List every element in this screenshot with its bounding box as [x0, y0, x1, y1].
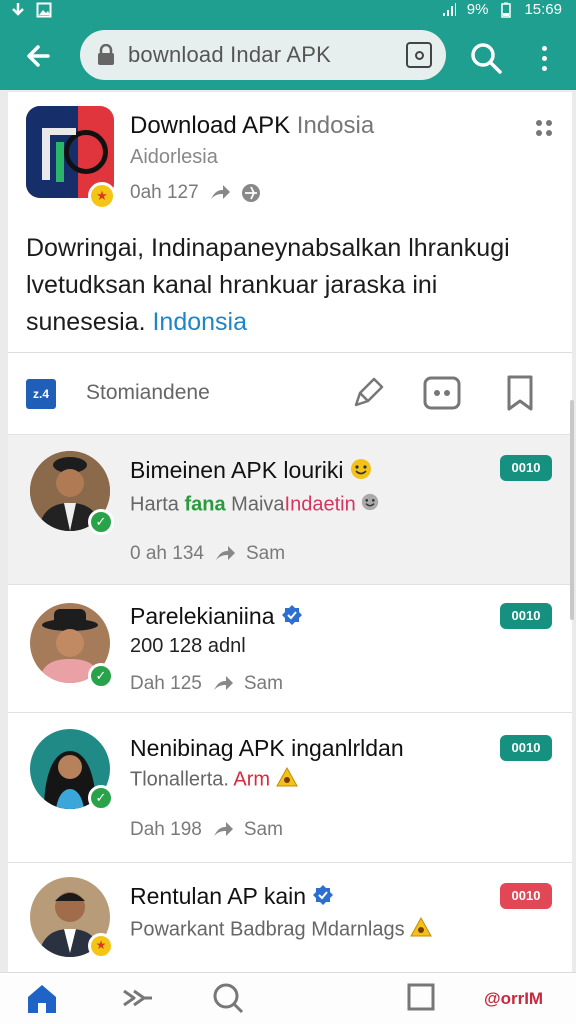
image-icon [36, 2, 52, 18]
item-title: Rentulan AP kain [130, 883, 334, 912]
source-label[interactable]: Stomiandene [86, 381, 210, 405]
share-arrow-icon[interactable] [212, 820, 234, 840]
share-arrow-icon[interactable] [212, 674, 234, 694]
comment-icon [423, 376, 461, 410]
signal-icon [442, 2, 456, 16]
item-subtitle: Tlonallerta. Arm [130, 766, 298, 793]
item-meta: 0 ah 134 Sam [130, 543, 286, 564]
item-subtitle: Harta fana MaivaIndaetin [130, 493, 379, 517]
search-icon [471, 43, 502, 74]
nav-home[interactable] [24, 981, 64, 1017]
square-icon [407, 983, 435, 1011]
clock: 15:69 [524, 1, 562, 18]
tabs-button[interactable] [406, 42, 432, 68]
search-icon [213, 983, 244, 1014]
item-subtitle: 200 128 adnl [130, 635, 246, 657]
app-meta: 0ah 127 [130, 182, 261, 204]
app-description: Dowringai, Indinapaneynabsalkan lhrankug… [26, 234, 510, 336]
status-bar: 9% 15:69 [0, 0, 576, 22]
bottom-nav: @orrIM [0, 972, 576, 1024]
pencil-icon [354, 377, 384, 407]
browser-toolbar: bownload Indar APK [0, 22, 576, 90]
dot-icon [536, 130, 542, 136]
verified-badge-icon: ✓ [88, 663, 114, 689]
url-text: bownload Indar APK [128, 42, 331, 67]
card-menu-button[interactable] [536, 120, 552, 136]
item-title: Parelekianiina [130, 603, 303, 632]
dot-icon [541, 45, 547, 51]
download-icon [12, 3, 24, 16]
forward-icon [123, 989, 152, 1007]
battery-percent: 9% [466, 1, 489, 18]
dot-icon [541, 65, 547, 71]
source-logo: z.4 [26, 379, 56, 409]
status-badge: 0010 [500, 455, 552, 481]
overflow-menu-button[interactable] [526, 38, 562, 78]
item-meta: Dah 125 Sam [130, 673, 283, 694]
share-arrow-icon[interactable] [209, 183, 231, 203]
description-link[interactable]: Indonsia [152, 308, 247, 336]
status-badge: 0010 [500, 603, 552, 629]
list-item[interactable]: ✓ Bimeinen APK louriki Harta fana MaivaI… [8, 434, 572, 584]
bookmark-icon [507, 375, 533, 411]
nav-search[interactable] [210, 981, 250, 1017]
battery-icon [501, 2, 512, 18]
app-card: ★ Download APK Indosia Aidorlesia 0ah 12… [8, 92, 572, 434]
nav-brand-label[interactable]: @orrIM [484, 989, 543, 1009]
dot-icon [546, 120, 552, 126]
status-badge: 0010 [500, 883, 552, 909]
warning-face-icon [410, 916, 433, 943]
item-subtitle: Powarkant Badbrag Mdarnlags [130, 916, 433, 943]
nav-tabs[interactable] [404, 981, 444, 1017]
back-button[interactable] [18, 36, 58, 76]
bookmark-button[interactable] [500, 373, 540, 413]
verified-badge-icon: ✓ [88, 509, 114, 535]
item-meta: Dah 198 Sam [130, 819, 283, 840]
verified-icon [281, 604, 303, 632]
scrollbar[interactable] [570, 400, 574, 620]
star-badge-icon: ★ [88, 933, 114, 959]
home-icon [28, 985, 56, 1013]
smiley-icon [350, 458, 372, 486]
search-button[interactable] [466, 38, 506, 78]
arrow-left-icon [27, 45, 50, 67]
dot-icon [541, 55, 547, 61]
app-subtitle: Aidorlesia [130, 146, 218, 168]
nav-forward[interactable] [120, 981, 160, 1017]
tabs-icon [414, 50, 424, 60]
app-title[interactable]: Download APK Indosia [130, 112, 374, 140]
list-item[interactable]: ★ Rentulan AP kain Powarkant Badbrag Mda… [8, 862, 572, 972]
verified-icon [312, 884, 334, 912]
edit-button[interactable] [350, 373, 390, 413]
comment-button[interactable] [422, 373, 462, 413]
lock-icon [98, 44, 114, 65]
url-bar[interactable]: bownload Indar APK [80, 30, 446, 80]
warning-face-icon [275, 766, 298, 793]
status-badge: 0010 [500, 735, 552, 761]
star-badge-icon: ★ [88, 182, 116, 210]
dot-icon [546, 130, 552, 136]
verified-badge-icon: ✓ [88, 785, 114, 811]
action-row: z.4 Stomiandene [8, 353, 572, 433]
list-item[interactable]: ✓ Nenibinag APK inganlrldan Tlonallerta.… [8, 712, 572, 862]
share-arrow-icon[interactable] [214, 544, 236, 564]
smiley-icon [361, 493, 379, 517]
item-title: Bimeinen APK louriki [130, 457, 372, 486]
globe-icon[interactable] [241, 183, 261, 203]
item-title: Nenibinag APK inganlrldan [130, 735, 404, 761]
list-item[interactable]: ✓ Parelekianiina 200 128 adnl Dah 125 Sa… [8, 584, 572, 712]
dot-icon [536, 120, 542, 126]
